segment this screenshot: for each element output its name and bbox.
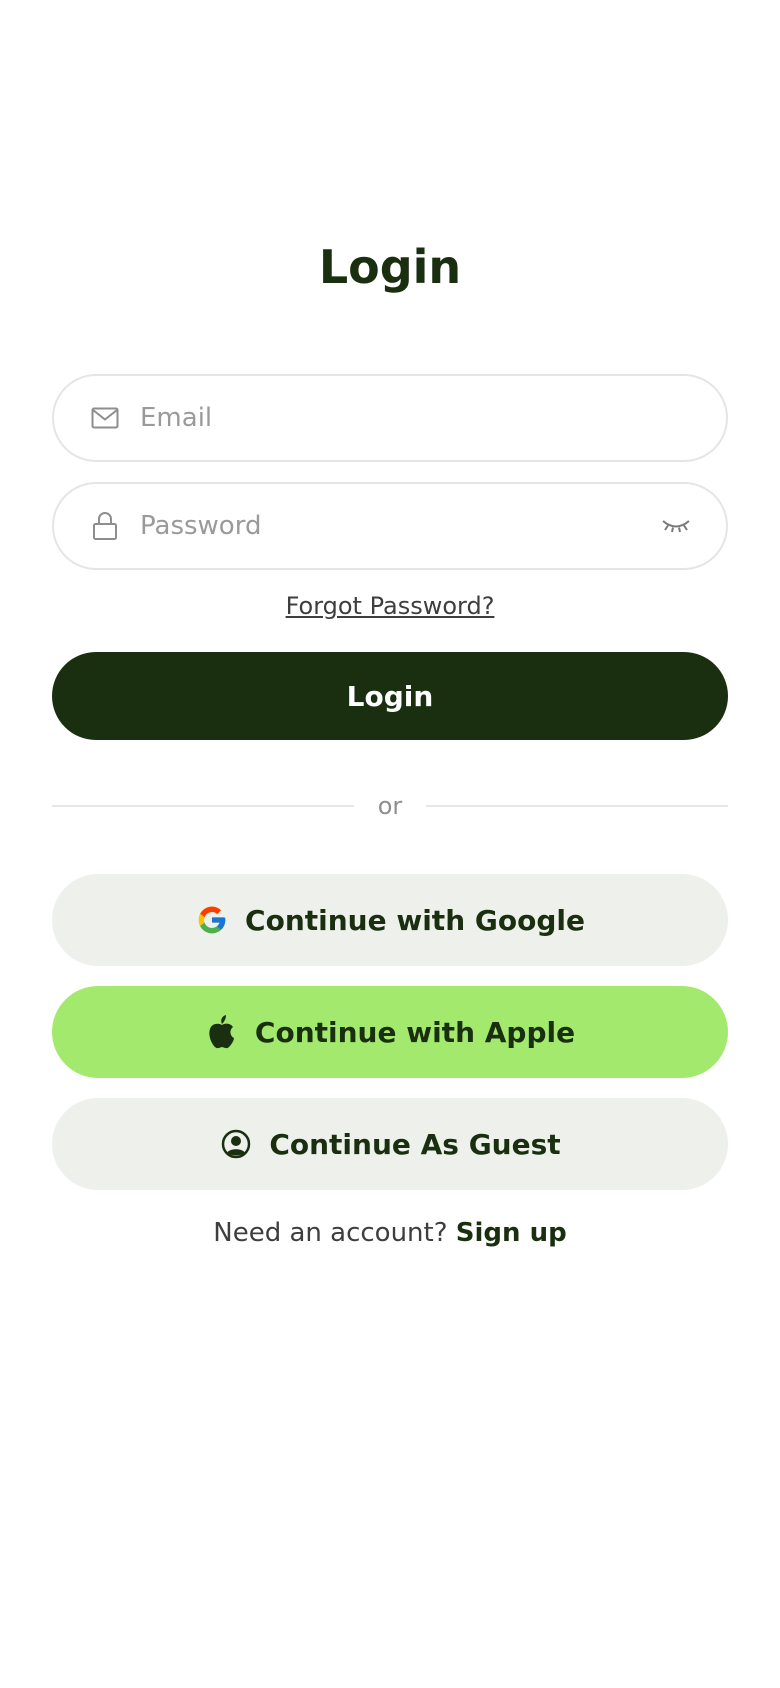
forgot-password-row: Forgot Password?	[0, 592, 780, 620]
divider-label: or	[377, 792, 403, 820]
divider-line-left	[52, 805, 354, 807]
lock-icon	[90, 511, 120, 541]
or-divider: or	[52, 790, 728, 822]
signup-prompt: Need an account?	[213, 1218, 448, 1248]
user-circle-icon	[219, 1127, 253, 1161]
divider-line-right	[426, 805, 728, 807]
email-field[interactable]	[52, 374, 728, 462]
guest-button[interactable]: Continue As Guest	[52, 1098, 728, 1190]
apple-icon	[205, 1015, 239, 1049]
mail-icon	[90, 403, 120, 433]
page-title: Login	[318, 240, 462, 294]
apple-signin-button[interactable]: Continue with Apple	[52, 986, 728, 1078]
forgot-password-link[interactable]: Forgot Password?	[286, 592, 495, 620]
email-input[interactable]	[140, 376, 726, 460]
signup-link[interactable]: Sign up	[456, 1218, 567, 1248]
password-field[interactable]	[52, 482, 728, 570]
apple-button-label: Continue with Apple	[254, 1015, 576, 1049]
google-icon	[195, 903, 229, 937]
eye-closed-icon[interactable]	[660, 516, 692, 536]
google-signin-button[interactable]: Continue with Google	[52, 874, 728, 966]
guest-button-label: Continue As Guest	[269, 1127, 561, 1161]
login-button[interactable]: Login	[52, 652, 728, 740]
google-button-label: Continue with Google	[245, 903, 585, 937]
signup-row: Need an account? Sign up	[0, 1218, 780, 1248]
password-input[interactable]	[140, 484, 660, 568]
